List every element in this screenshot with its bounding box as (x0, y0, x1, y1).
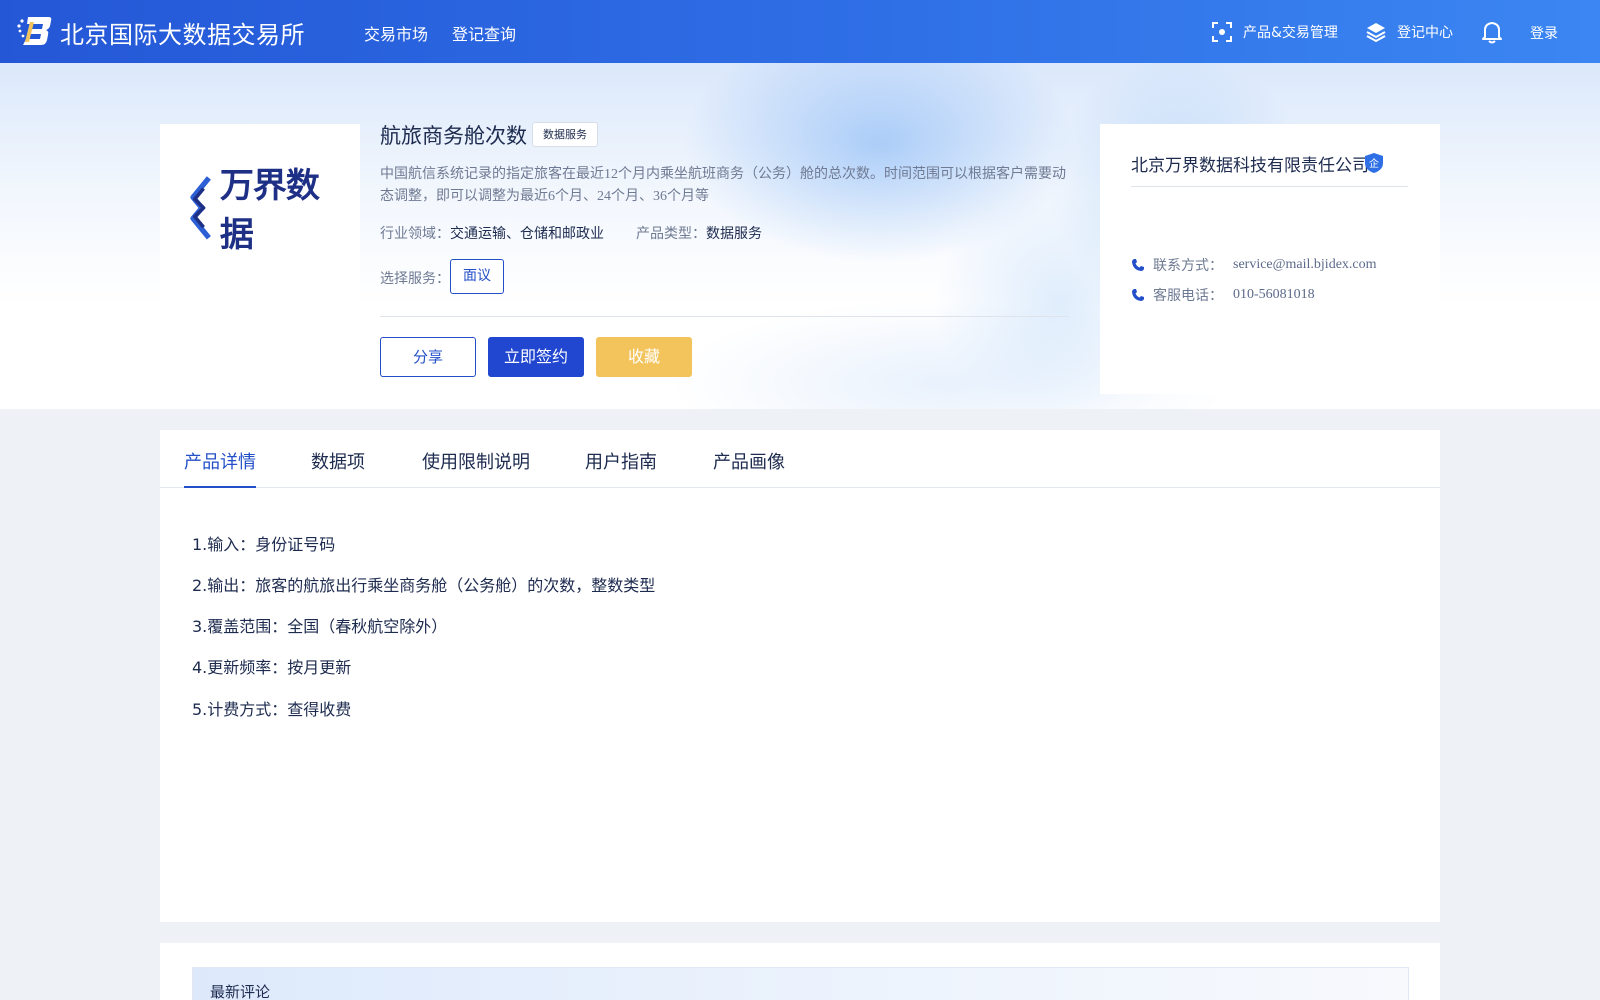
company-divider (1131, 186, 1408, 187)
login-link[interactable]: 登录 (1530, 23, 1558, 43)
select-service-label: 选择服务： (380, 271, 450, 287)
enterprise-verified-badge-icon: 企 (1365, 153, 1383, 173)
industry-field: 行业领域：交通运输、仓储和邮政业 (380, 223, 604, 243)
product-logo-card: 万界数据 (160, 124, 360, 409)
comments-header: 最新评论 (192, 967, 1409, 1000)
product-type-field: 产品类型：数据服务 (636, 223, 762, 243)
detail-item-input: 1.输入：身份证号码 (192, 535, 336, 554)
service-option-negotiable[interactable]: 面议 (450, 259, 504, 294)
product-title: 航旅商务舱次数 (380, 124, 527, 148)
bjidex-logo-icon[interactable] (16, 14, 52, 48)
sign-now-button[interactable]: 立即签约 (488, 337, 584, 377)
favorite-button[interactable]: 收藏 (596, 337, 692, 377)
enterprise-badge-text: 企 (1369, 157, 1379, 170)
product-type-value: 数据服务 (706, 226, 762, 242)
detail-item-output: 2.输出：旅客的航旅出行乘坐商务舱（公务舱）的次数，整数类型 (192, 576, 656, 595)
nav-registration-query[interactable]: 登记查询 (452, 21, 516, 45)
product-type-label: 产品类型： (636, 226, 706, 242)
industry-value: 交通运输、仓储和邮政业 (450, 226, 604, 242)
contact-email[interactable]: service@mail.bjidex.com (1233, 257, 1377, 273)
company-contact-row: 联系方式： service@mail.bjidex.com (1131, 255, 1377, 275)
detail-item-update-frequency: 4.更新频率：按月更新 (192, 658, 352, 677)
company-name[interactable]: 北京万界数据科技有限责任公司 (1131, 151, 1369, 176)
share-button[interactable]: 分享 (380, 337, 476, 377)
product-trade-management-label: 产品&交易管理 (1243, 25, 1338, 41)
phone-icon (1132, 259, 1144, 271)
tab-product-details[interactable]: 产品详情 (184, 448, 256, 474)
site-title[interactable]: 北京国际大数据交易所 (60, 15, 305, 50)
product-category-tag: 数据服务 (532, 122, 598, 147)
registration-center-label: 登记中心 (1397, 25, 1453, 41)
registration-center-link[interactable]: 登记中心 (1365, 20, 1453, 44)
wanjie-logo-mark-icon (190, 176, 211, 240)
product-detail-panel: 产品详情 数据项 使用限制说明 用户指南 产品画像 1.输入：身份证号码 2.输… (160, 430, 1440, 922)
comments-panel: 最新评论 (160, 943, 1440, 1000)
scan-frame-icon (1212, 22, 1232, 42)
product-trade-management-link[interactable]: 产品&交易管理 (1211, 20, 1338, 44)
detail-item-coverage: 3.覆盖范围：全国（春秋航空除外） (192, 617, 448, 636)
latest-comments-title: 最新评论 (210, 983, 271, 1000)
company-phone-row: 客服电话： 010-56081018 (1131, 285, 1315, 305)
tab-data-items[interactable]: 数据项 (311, 448, 365, 474)
tab-user-guide[interactable]: 用户指南 (585, 448, 657, 474)
product-description: 中国航信系统记录的指定旅客在最近12个月内乘坐航班商务（公务）舱的总次数。时间范… (380, 167, 1066, 204)
wanjie-logo-wordmark: 万界数据 (219, 166, 320, 255)
tab-product-profile[interactable]: 产品画像 (713, 448, 785, 474)
contact-label: 联系方式： (1153, 258, 1223, 274)
phone-icon (1132, 289, 1144, 301)
customer-service-phone-label: 客服电话： (1153, 288, 1223, 304)
layers-icon (1366, 23, 1386, 43)
hero-divider (380, 316, 1069, 317)
wanjie-data-logo: 万界数据 (186, 166, 336, 255)
industry-label: 行业领域： (380, 226, 450, 242)
top-navigation-bar: 北京国际大数据交易所 交易市场 登记查询 产品&交易管理 登记中心 登录 (0, 0, 1600, 63)
tabs-divider (160, 487, 1440, 488)
customer-service-phone[interactable]: 010-56081018 (1233, 287, 1315, 303)
bell-icon[interactable] (1481, 20, 1503, 44)
active-tab-indicator (184, 486, 256, 488)
company-card: 北京万界数据科技有限责任公司 企 联系方式： service@mail.bjid… (1100, 124, 1440, 394)
nav-trading-market[interactable]: 交易市场 (364, 21, 428, 45)
tab-usage-restrictions[interactable]: 使用限制说明 (422, 448, 530, 474)
product-hero-section: 万界数据 航旅商务舱次数 数据服务 中国航信系统记录的指定旅客在最近12个月内乘… (0, 63, 1600, 409)
detail-item-billing: 5.计费方式：查得收费 (192, 700, 352, 719)
